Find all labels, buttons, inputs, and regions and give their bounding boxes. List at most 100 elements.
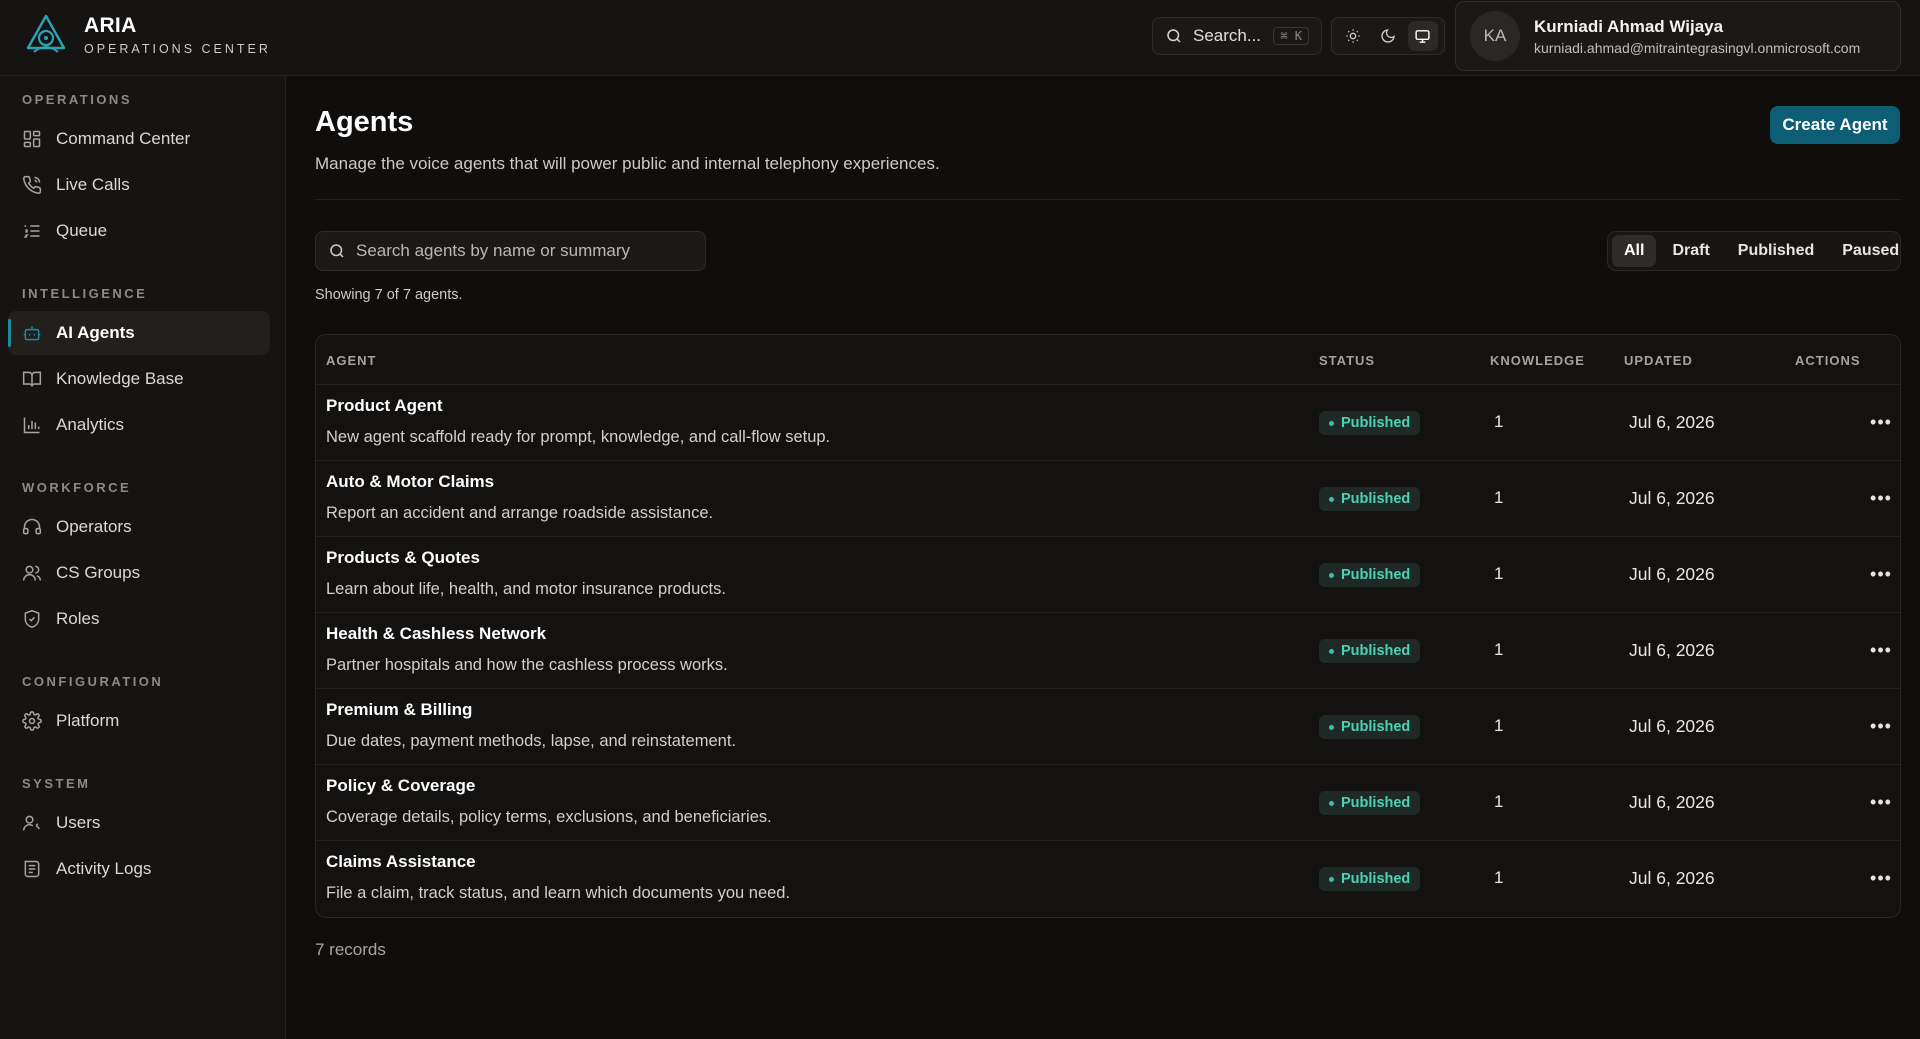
- showing-count: Showing 7 of 7 agents.: [315, 287, 463, 303]
- agent-search-input[interactable]: [356, 241, 686, 261]
- headset-icon: [22, 517, 42, 537]
- knowledge-count: 1: [1494, 412, 1504, 431]
- column-header-agent[interactable]: AGENT: [326, 353, 377, 368]
- table-row[interactable]: Policy & Coverage Coverage details, poli…: [316, 765, 1900, 841]
- sidebar-item-activity-logs[interactable]: Activity Logs: [8, 847, 270, 891]
- knowledge-count: 1: [1494, 488, 1504, 507]
- filter-paused[interactable]: Paused: [1830, 235, 1911, 267]
- column-header-actions: ACTIONS: [1795, 353, 1861, 368]
- status-badge: Published: [1319, 563, 1421, 587]
- row-actions-button[interactable]: •••: [1866, 635, 1896, 665]
- page-description: Manage the voice agents that will power …: [315, 154, 940, 173]
- sidebar-item-platform[interactable]: Platform: [8, 699, 270, 743]
- agent-search-box: [315, 231, 706, 271]
- row-actions-button[interactable]: •••: [1866, 559, 1896, 589]
- sidebar-item-label: Knowledge Base: [56, 369, 184, 388]
- list-icon: [22, 221, 42, 241]
- knowledge-count: 1: [1494, 564, 1504, 583]
- moon-icon: [1381, 29, 1395, 43]
- table-header: AGENT STATUS KNOWLEDGE UPDATED ACTIONS: [316, 335, 1900, 385]
- agent-name[interactable]: Product Agent: [326, 396, 442, 416]
- row-actions-button[interactable]: •••: [1866, 787, 1896, 817]
- nav-section-configuration: CONFIGURATION: [22, 674, 164, 689]
- sidebar-item-cs-groups[interactable]: CS Groups: [8, 551, 270, 595]
- agent-summary: Report an accident and arrange roadside …: [326, 504, 714, 522]
- theme-dark-button[interactable]: [1373, 21, 1403, 51]
- search-icon: [330, 244, 344, 258]
- theme-system-button[interactable]: [1407, 21, 1438, 51]
- search-icon: [1167, 29, 1181, 43]
- sidebar-item-knowledge-base[interactable]: Knowledge Base: [8, 357, 270, 401]
- table-row[interactable]: Products & Quotes Learn about life, heal…: [316, 537, 1900, 613]
- agent-name[interactable]: Products & Quotes: [326, 548, 480, 568]
- table-row[interactable]: Auto & Motor Claims Report an accident a…: [316, 461, 1900, 537]
- brand[interactable]: ARIA OPERATIONS CENTER: [22, 12, 271, 60]
- updated-date: Jul 6, 2026: [1629, 792, 1715, 812]
- status-badge: Published: [1319, 411, 1421, 435]
- agent-name[interactable]: Premium & Billing: [326, 700, 472, 720]
- row-actions-button[interactable]: •••: [1866, 407, 1896, 437]
- user-menu[interactable]: KA Kurniadi Ahmad Wijaya kurniadi.ahmad@…: [1455, 1, 1901, 71]
- agent-name[interactable]: Auto & Motor Claims: [326, 472, 494, 492]
- nav-section-workforce: WORKFORCE: [22, 480, 132, 495]
- agent-name[interactable]: Health & Cashless Network: [326, 624, 546, 644]
- avatar: KA: [1470, 11, 1520, 61]
- status-badge: Published: [1319, 867, 1421, 891]
- grid-icon: [22, 129, 42, 149]
- filter-published[interactable]: Published: [1726, 235, 1826, 267]
- sidebar-item-label: Activity Logs: [56, 859, 152, 878]
- agent-summary: Learn about life, health, and motor insu…: [326, 580, 726, 598]
- table-row[interactable]: Health & Cashless Network Partner hospit…: [316, 613, 1900, 689]
- more-horizontal-icon: •••: [1870, 715, 1892, 736]
- filter-draft[interactable]: Draft: [1660, 235, 1721, 267]
- sidebar-item-ai-agents[interactable]: AI Agents: [8, 311, 270, 355]
- column-header-status[interactable]: STATUS: [1319, 353, 1375, 368]
- monitor-icon: [1415, 29, 1430, 43]
- logs-icon: [22, 859, 42, 879]
- sidebar-item-command-center[interactable]: Command Center: [8, 117, 270, 161]
- knowledge-count: 1: [1494, 716, 1504, 735]
- bar-chart-icon: [22, 415, 42, 435]
- agent-name[interactable]: Policy & Coverage: [326, 776, 475, 796]
- filter-all[interactable]: All: [1612, 235, 1657, 267]
- sidebar-item-users[interactable]: Users: [8, 801, 270, 845]
- sidebar-item-analytics[interactable]: Analytics: [8, 403, 270, 447]
- status-badge: Published: [1319, 639, 1421, 663]
- row-actions-button[interactable]: •••: [1866, 863, 1896, 893]
- row-actions-button[interactable]: •••: [1866, 483, 1896, 513]
- sidebar-item-operators[interactable]: Operators: [8, 505, 270, 549]
- updated-date: Jul 6, 2026: [1629, 640, 1715, 660]
- sidebar-item-label: AI Agents: [56, 323, 135, 342]
- table-row[interactable]: Premium & Billing Due dates, payment met…: [316, 689, 1900, 765]
- brand-name: ARIA: [84, 14, 137, 37]
- sidebar-item-queue[interactable]: Queue: [8, 209, 270, 253]
- row-actions-button[interactable]: •••: [1866, 711, 1896, 741]
- phone-icon: [22, 175, 42, 195]
- create-agent-button[interactable]: Create Agent: [1770, 106, 1900, 144]
- sidebar-item-label: Command Center: [56, 129, 191, 148]
- column-header-knowledge[interactable]: KNOWLEDGE: [1490, 353, 1585, 368]
- sidebar-item-roles[interactable]: Roles: [8, 597, 270, 641]
- table-row[interactable]: Claims Assistance File a claim, track st…: [316, 841, 1900, 917]
- sidebar-item-label: CS Groups: [56, 563, 141, 582]
- records-count: 7 records: [315, 940, 386, 959]
- sidebar-item-label: Users: [56, 813, 101, 832]
- users-icon: [22, 563, 42, 583]
- global-search-button[interactable]: Search... ⌘ K: [1152, 17, 1322, 55]
- status-filter: All Draft Published Paused: [1607, 231, 1901, 271]
- user-name: Kurniadi Ahmad Wijaya: [1534, 16, 1724, 36]
- sidebar-item-live-calls[interactable]: Live Calls: [8, 163, 270, 207]
- agent-name[interactable]: Claims Assistance: [326, 852, 476, 872]
- bot-icon: [22, 323, 42, 343]
- table-row[interactable]: Product Agent New agent scaffold ready f…: [316, 385, 1900, 461]
- theme-light-button[interactable]: [1338, 21, 1368, 51]
- column-header-updated[interactable]: UPDATED: [1624, 353, 1693, 368]
- more-horizontal-icon: •••: [1870, 563, 1892, 584]
- top-bar: ARIA OPERATIONS CENTER Search... ⌘ K KA …: [0, 0, 1920, 76]
- book-icon: [22, 369, 42, 389]
- agent-summary: Due dates, payment methods, lapse, and r…: [326, 732, 736, 750]
- status-badge: Published: [1319, 715, 1421, 739]
- gear-icon: [22, 711, 42, 731]
- sun-icon: [1346, 29, 1360, 43]
- more-horizontal-icon: •••: [1870, 639, 1892, 660]
